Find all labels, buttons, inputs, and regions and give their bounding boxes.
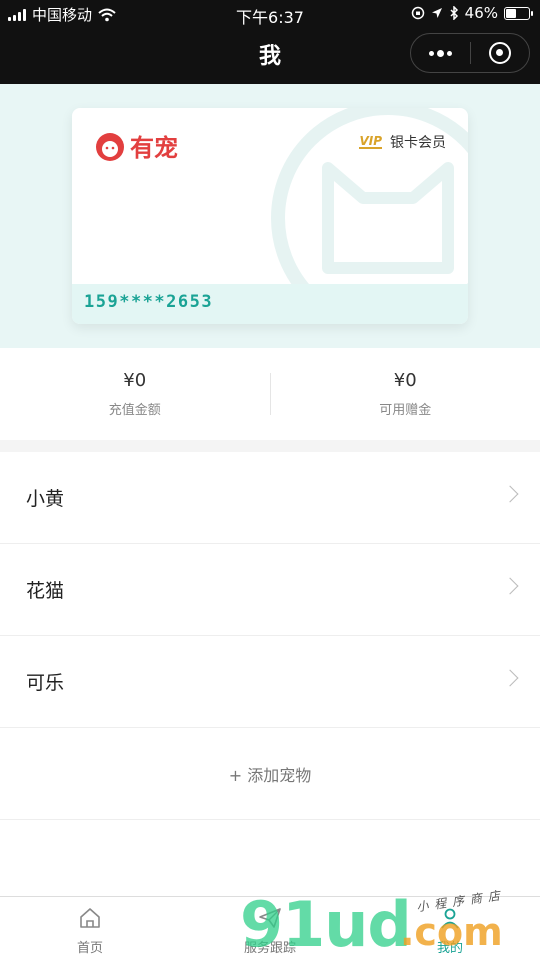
top-bar: 中国移动 下午6:37 46% 我 [0,0,540,84]
pet-name: 花猫 [26,580,65,602]
add-pet-button[interactable]: + 添加宠物 [0,728,540,820]
list-spacer [0,820,540,898]
pet-name: 可乐 [26,672,65,694]
home-icon [80,908,100,928]
bonus-amount: ¥0 [393,370,417,391]
recharge-balance[interactable]: ¥0 充值金额 [0,348,270,440]
chevron-right-icon [501,577,519,595]
tab-bar: 首页 服务跟踪 我的 [0,896,540,960]
mini-program-capsule [410,33,530,73]
member-card[interactable]: 有宠 VIP 银卡会员 159****2653 [72,108,468,324]
member-card-area: 有宠 VIP 银卡会员 159****2653 [0,84,540,348]
pet-list-item[interactable]: 花猫 [0,544,540,636]
tier-label: 银卡会员 [390,135,446,151]
pet-face-logo-icon [96,132,124,161]
chevron-right-icon [501,485,519,503]
more-button[interactable] [411,34,470,72]
location-arrow-icon [431,8,442,18]
user-icon [441,908,459,929]
target-icon [488,42,511,64]
tab-service-tracking[interactable]: 服务跟踪 [180,897,360,960]
tab-mine[interactable]: 我的 [360,897,540,960]
battery-percent: 46% [464,4,498,22]
balance-panel: ¥0 充值金额 ¥0 可用赠金 [0,348,540,440]
pet-list-item[interactable]: 小黄 [0,452,540,544]
brand-name: 有宠 [130,133,178,162]
chevron-right-icon [501,669,519,687]
tab-label: 首页 [76,941,103,956]
bonus-balance[interactable]: ¥0 可用赠金 [271,348,540,440]
status-bar: 中国移动 下午6:37 46% [0,0,540,28]
card-number: 159****2653 [84,292,214,312]
pet-list-item[interactable]: 可乐 [0,636,540,728]
recharge-amount: ¥0 [123,370,147,391]
bonus-label: 可用赠金 [379,403,432,418]
battery-icon [504,6,533,20]
paper-plane-icon [259,908,281,928]
pet-name: 小黄 [26,488,65,510]
vip-badge: VIP [359,134,382,149]
tab-label: 我的 [436,941,463,956]
status-right: 46% [411,4,533,22]
orientation-lock-icon [411,6,424,20]
pet-list: 小黄 花猫 可乐 + 添加宠物 [0,452,540,898]
membership-tier: VIP 银卡会员 [359,132,446,152]
add-pet-label: + 添加宠物 [228,765,312,785]
card-number-bar: 159****2653 [72,284,468,324]
tab-home[interactable]: 首页 [0,897,180,960]
battery-fill [506,8,516,18]
tab-label: 服务跟踪 [243,941,296,956]
more-dots-icon [428,49,452,57]
bluetooth-icon [450,6,458,20]
brand-logo: 有宠 [94,128,178,163]
recharge-label: 充值金额 [108,403,161,418]
close-mini-program-button[interactable] [471,34,530,72]
